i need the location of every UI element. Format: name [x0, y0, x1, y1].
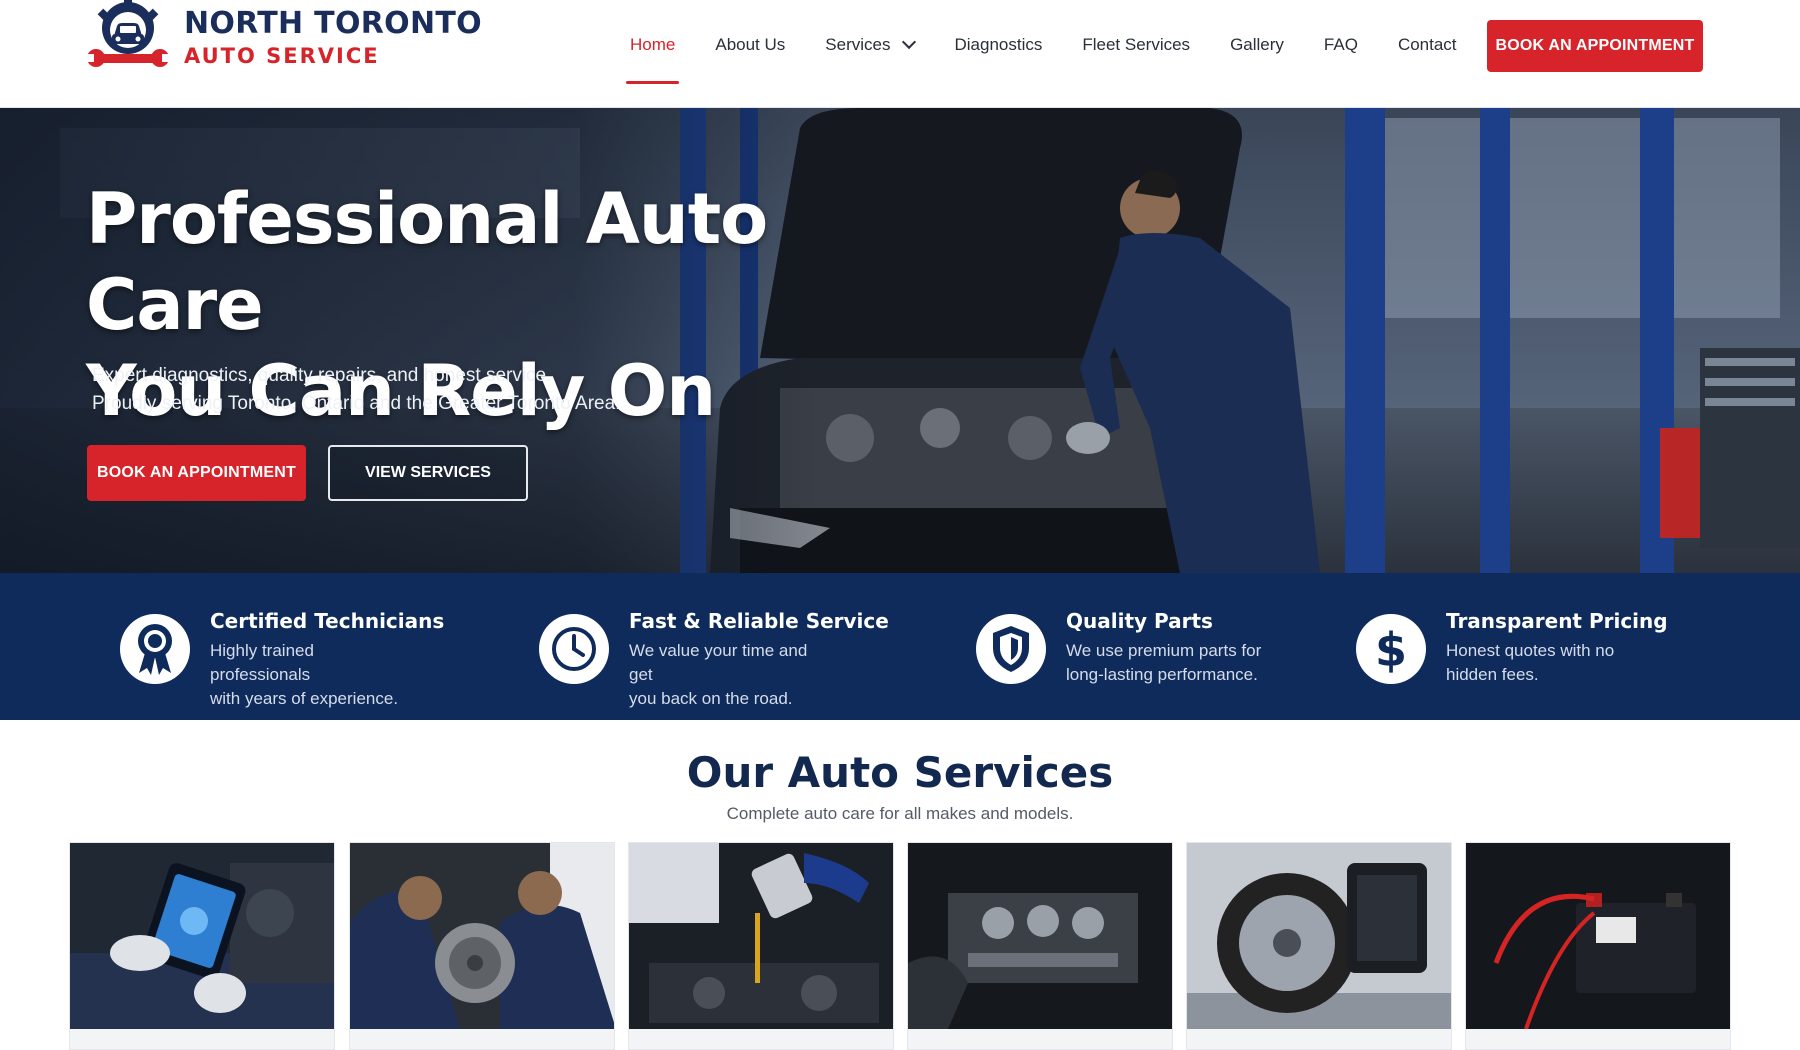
nav-item-diagnostics[interactable]: Diagnostics [934, 0, 1062, 90]
nav-item-gallery[interactable]: Gallery [1210, 0, 1304, 90]
header-book-appointment-button[interactable]: BOOK AN APPOINTMENT [1487, 20, 1703, 72]
hero-subtitle-line2: Proudly serving Toronto, Ontario and the… [92, 393, 621, 414]
feature-description-line1: Highly trained professionals [210, 641, 314, 684]
feature-description-line2: you back on the road. [629, 689, 793, 708]
svg-text:$: $ [1375, 624, 1407, 674]
battery-service-image [1466, 843, 1730, 1030]
nav-item-faq[interactable]: FAQ [1304, 0, 1378, 90]
oil-change-image [629, 843, 893, 1029]
brand-name-line2: AUTO SERVICE [184, 44, 380, 68]
brand-name: NORTH TORONTO AUTO SERVICE [184, 7, 482, 71]
feature-title: Fast & Reliable Service [629, 609, 889, 633]
feature-fast-reliable-service: Fast & Reliable Service We value your ti… [539, 599, 889, 711]
hero-section: Professional Auto Care You Can Rely On E… [0, 108, 1800, 573]
clock-icon [539, 614, 609, 684]
feature-description-line2: long-lasting performance. [1066, 665, 1258, 684]
nav-item-services[interactable]: Services [805, 0, 934, 90]
feature-quality-parts: Quality Parts We use premium parts for l… [976, 599, 1266, 689]
feature-description: We value your time and get you back on t… [629, 639, 829, 711]
feature-description-line1: We value your time and get [629, 641, 808, 684]
hero-subtitle-line1: Expert diagnostics, quality repairs, and… [92, 365, 552, 386]
service-card-engine-repair[interactable] [907, 842, 1173, 1050]
chevron-down-icon [902, 34, 917, 50]
diagnostics-tablet-image [70, 843, 334, 1029]
nav-item-services-label: Services [825, 35, 891, 54]
feature-description: Highly trained professionals with years … [210, 639, 410, 711]
feature-description-line2: with years of experience. [210, 689, 399, 708]
nav-item-about-us[interactable]: About Us [695, 0, 805, 90]
feature-description-line2: hidden fees. [1446, 665, 1539, 684]
feature-title: Quality Parts [1066, 609, 1213, 633]
nav-item-contact[interactable]: Contact [1378, 0, 1477, 90]
hero-title-line1: Professional Auto Care [86, 178, 768, 346]
hero-book-appointment-button[interactable]: BOOK AN APPOINTMENT [87, 445, 306, 501]
nav-item-fleet-services[interactable]: Fleet Services [1062, 0, 1210, 90]
main-nav: Home About Us Services Diagnostics Fleet… [610, 0, 1477, 90]
brand-logo[interactable]: NORTH TORONTO AUTO SERVICE [86, 0, 482, 78]
feature-certified-technicians: Certified Technicians Highly trained pro… [120, 599, 444, 711]
feature-description-line1: We use premium parts for [1066, 641, 1262, 660]
award-ribbon-icon [120, 614, 190, 684]
feature-description-line1: Honest quotes with no [1446, 641, 1615, 660]
nav-item-home[interactable]: Home [610, 0, 695, 90]
view-services-button[interactable]: VIEW SERVICES [328, 445, 528, 501]
service-card-diagnostics[interactable] [69, 842, 335, 1050]
services-subheading: Complete auto care for all makes and mod… [726, 804, 1074, 823]
features-bar: Certified Technicians Highly trained pro… [0, 573, 1800, 720]
site-header: NORTH TORONTO AUTO SERVICE Home About Us… [0, 0, 1800, 108]
engine-repair-image [908, 843, 1172, 1029]
service-card-brake-repair[interactable] [349, 842, 615, 1050]
gear-car-wrench-icon [86, 0, 170, 78]
services-card-grid [69, 842, 1733, 1050]
feature-transparent-pricing: $ Transparent Pricing Honest quotes with… [1356, 599, 1668, 689]
service-card-wheel-alignment[interactable] [1186, 842, 1452, 1050]
feature-description: Honest quotes with no hidden fees. [1446, 639, 1646, 687]
services-heading: Our Auto Services [686, 748, 1114, 797]
brake-repair-image [350, 843, 614, 1029]
shield-icon [976, 614, 1046, 684]
wheel-alignment-image [1187, 843, 1451, 1029]
hero-subtitle: Expert diagnostics, quality repairs, and… [92, 362, 792, 418]
service-card-oil-change[interactable] [628, 842, 894, 1050]
brand-name-line1: NORTH TORONTO [184, 6, 482, 41]
feature-description: We use premium parts for long-lasting pe… [1066, 639, 1266, 687]
service-card-battery-service[interactable] [1465, 842, 1731, 1050]
feature-title: Certified Technicians [210, 609, 445, 633]
dollar-icon: $ [1356, 614, 1426, 684]
feature-title: Transparent Pricing [1446, 609, 1668, 633]
